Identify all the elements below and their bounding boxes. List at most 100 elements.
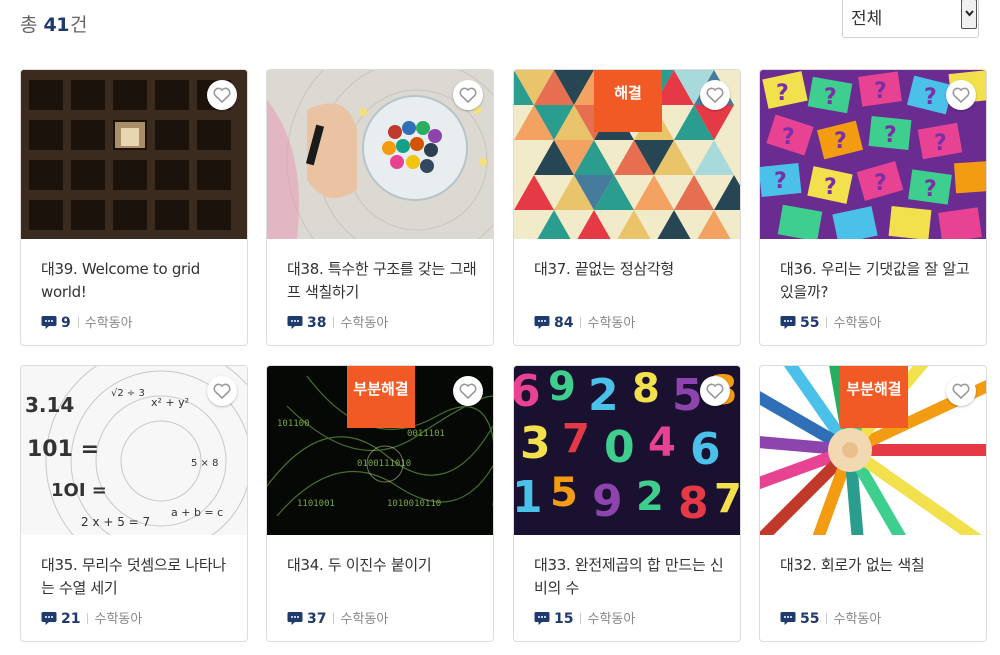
comment-icon bbox=[287, 315, 303, 334]
svg-text:4: 4 bbox=[648, 420, 676, 466]
svg-text:√2 ÷ 3: √2 ÷ 3 bbox=[111, 388, 145, 399]
heart-icon[interactable] bbox=[946, 80, 976, 110]
divider bbox=[333, 613, 335, 624]
comment-count: 9 bbox=[61, 315, 71, 331]
card-item[interactable]: 6 9 2 8 5 3 3 7 0 4 6 1 5 9 2 8 7 bbox=[513, 365, 741, 642]
svg-text:5: 5 bbox=[672, 370, 703, 421]
svg-text:?: ? bbox=[924, 85, 937, 110]
card-meta: 15 수학동아 bbox=[534, 608, 636, 627]
svg-text:?: ? bbox=[824, 175, 837, 200]
svg-text:2 x + 5 = 7: 2 x + 5 = 7 bbox=[81, 515, 150, 529]
card-title[interactable]: 대32. 회로가 없는 색칠 bbox=[780, 554, 972, 600]
total-suffix: 건 bbox=[69, 14, 87, 36]
card-author: 수학동아 bbox=[340, 612, 389, 627]
card-title[interactable]: 대39. Welcome to grid world! bbox=[41, 258, 233, 304]
total-count-label: 총 41건 bbox=[20, 10, 87, 37]
svg-text:a + b = c: a + b = c bbox=[171, 506, 223, 519]
svg-text:101100: 101100 bbox=[277, 419, 310, 429]
status-badge: 해결 bbox=[594, 70, 662, 132]
svg-text:1OI =: 1OI = bbox=[51, 480, 107, 501]
card-title[interactable]: 대36. 우리는 기댓값을 잘 알고 있을까? bbox=[780, 258, 972, 304]
status-badge-label: 부분해결 bbox=[846, 380, 902, 398]
card-item[interactable]: 0100111010 1101001 0011101 101100 101001… bbox=[266, 365, 494, 642]
svg-text:?: ? bbox=[834, 129, 847, 154]
svg-text:?: ? bbox=[874, 79, 887, 104]
svg-text:2: 2 bbox=[588, 370, 619, 421]
divider bbox=[580, 613, 582, 624]
card-meta: 21 수학동아 bbox=[41, 608, 143, 627]
svg-text:?: ? bbox=[934, 131, 947, 156]
card-meta: 55 수학동아 bbox=[780, 312, 882, 331]
svg-text:3: 3 bbox=[520, 418, 551, 469]
svg-text:7: 7 bbox=[714, 476, 740, 522]
svg-text:2: 2 bbox=[636, 474, 664, 520]
list-header: 총 41건 전체 bbox=[0, 0, 1000, 60]
comment-icon bbox=[534, 611, 550, 630]
svg-text:9: 9 bbox=[592, 476, 623, 527]
card-author: 수학동아 bbox=[340, 316, 389, 331]
card-meta: 37 수학동아 bbox=[287, 608, 389, 627]
comment-count: 38 bbox=[307, 315, 327, 331]
heart-icon[interactable] bbox=[946, 376, 976, 406]
chevron-down-icon[interactable] bbox=[961, 0, 977, 29]
card-author: 수학동아 bbox=[587, 612, 636, 627]
svg-text:?: ? bbox=[776, 81, 789, 106]
card-title[interactable]: 대38. 특수한 구조를 갖는 그래프 색칠하기 bbox=[287, 258, 479, 304]
comment-icon bbox=[41, 611, 57, 630]
card-title[interactable]: 대34. 두 이진수 붙이기 bbox=[287, 554, 479, 600]
card-meta: 55 수학동아 bbox=[780, 608, 882, 627]
comment-count: 84 bbox=[554, 315, 574, 331]
svg-text:1010010110: 1010010110 bbox=[387, 499, 441, 509]
card-title[interactable]: 대35. 무리수 덧셈으로 나타나는 수열 세기 bbox=[41, 554, 233, 600]
svg-text:8: 8 bbox=[632, 366, 660, 412]
svg-text:8: 8 bbox=[678, 478, 709, 529]
svg-text:?: ? bbox=[774, 169, 787, 194]
card-item[interactable]: 부분해결 대32. 회로가 없는 색칠 55 수학동아 bbox=[759, 365, 987, 642]
heart-icon[interactable] bbox=[207, 376, 237, 406]
heart-icon[interactable] bbox=[700, 376, 730, 406]
comment-count: 55 bbox=[800, 315, 820, 331]
svg-text:6: 6 bbox=[690, 424, 721, 475]
card-item[interactable]: 대39. Welcome to grid world! 9 수학동아 bbox=[20, 69, 248, 346]
svg-text:0011101: 0011101 bbox=[407, 429, 445, 439]
divider bbox=[826, 613, 828, 624]
heart-icon[interactable] bbox=[207, 80, 237, 110]
card-title[interactable]: 대33. 완전제곱의 합 만드는 신비의 수 bbox=[534, 554, 726, 600]
divider bbox=[826, 317, 828, 328]
svg-text:?: ? bbox=[884, 123, 897, 148]
svg-text:x² + y²: x² + y² bbox=[151, 396, 189, 409]
svg-text:1101001: 1101001 bbox=[297, 499, 335, 509]
heart-icon[interactable] bbox=[453, 376, 483, 406]
card-item[interactable]: 3.14 101 = 1OI = 2 x + 5 = 7 x² + y² a +… bbox=[20, 365, 248, 642]
comment-count: 15 bbox=[554, 611, 574, 627]
comment-count: 55 bbox=[800, 611, 820, 627]
card-item[interactable]: ???? ???? ???? 대36. 우리는 기댓값을 잘 알고 있을까? 5… bbox=[759, 69, 987, 346]
svg-text:5 × 8: 5 × 8 bbox=[191, 458, 218, 469]
card-author: 수학동아 bbox=[833, 316, 882, 331]
filter-select[interactable]: 전체 bbox=[842, 0, 979, 38]
svg-text:?: ? bbox=[824, 85, 837, 110]
filter-selected-value: 전체 bbox=[851, 9, 883, 29]
card-title[interactable]: 대37. 끝없는 정삼각형 bbox=[534, 258, 726, 304]
divider bbox=[333, 317, 335, 328]
card-item[interactable]: 대38. 특수한 구조를 갖는 그래프 색칠하기 38 수학동아 bbox=[266, 69, 494, 346]
comment-icon bbox=[41, 315, 57, 334]
heart-icon[interactable] bbox=[453, 80, 483, 110]
svg-text:9: 9 bbox=[548, 366, 576, 410]
card-author: 수학동아 bbox=[94, 612, 143, 627]
svg-text:5: 5 bbox=[550, 470, 578, 516]
card-meta: 84 수학동아 bbox=[534, 312, 635, 331]
divider bbox=[77, 317, 79, 328]
card-meta: 9 수학동아 bbox=[41, 312, 133, 331]
card-author: 수학동아 bbox=[833, 612, 882, 627]
svg-text:?: ? bbox=[924, 177, 937, 202]
divider bbox=[87, 613, 89, 624]
card-item[interactable]: 해결 대37. 끝없는 정삼각형 84 수학동아 bbox=[513, 69, 741, 346]
heart-icon[interactable] bbox=[700, 80, 730, 110]
svg-text:6: 6 bbox=[514, 366, 541, 417]
status-badge: 부분해결 bbox=[840, 366, 908, 428]
divider bbox=[580, 317, 582, 328]
total-number: 41 bbox=[43, 14, 70, 36]
card-author: 수학동아 bbox=[84, 316, 133, 331]
svg-text:1: 1 bbox=[514, 472, 543, 523]
